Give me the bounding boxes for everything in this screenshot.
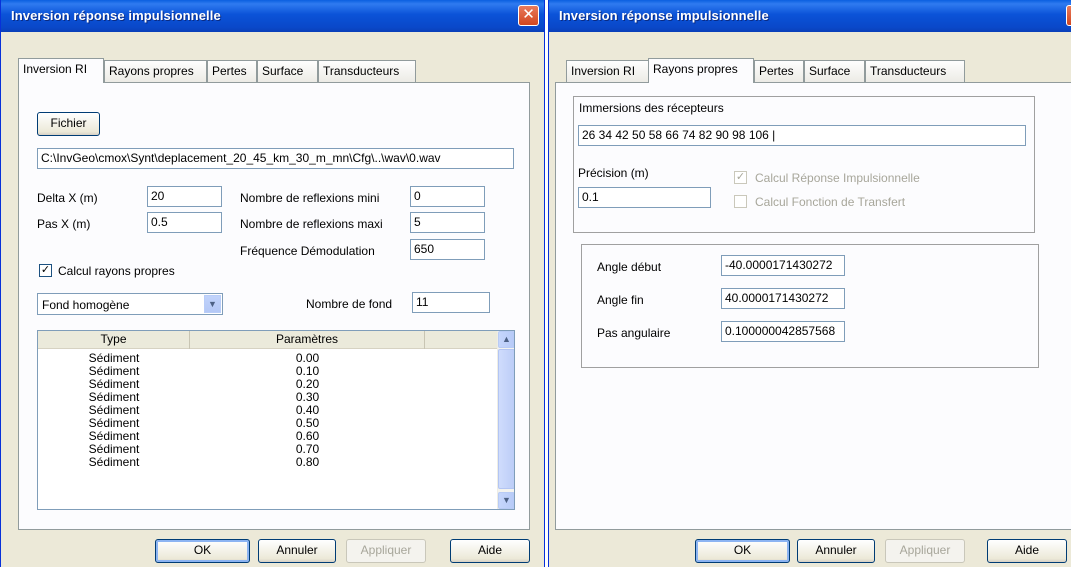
immersions-label: Immersions des récepteurs xyxy=(579,101,724,115)
tab-pertes[interactable]: Pertes xyxy=(207,60,257,82)
calc-ri-checkbox[interactable]: ✓ xyxy=(734,171,747,184)
tab-inversion-ri[interactable]: Inversion RI xyxy=(18,58,104,83)
file-path-field[interactable]: C:\InvGeo\cmox\Synt\deplacement_20_45_km… xyxy=(37,148,514,169)
precision-field[interactable]: 0.1 xyxy=(578,187,711,208)
scroll-thumb[interactable] xyxy=(498,349,514,489)
tab-surface[interactable]: Surface xyxy=(257,60,318,82)
window-title: Inversion réponse impulsionnelle xyxy=(11,8,221,23)
cell-parametre: 0.80 xyxy=(295,455,320,469)
scroll-down-icon[interactable]: ▼ xyxy=(498,492,514,509)
calc-ft-checkbox[interactable] xyxy=(734,195,747,208)
fond-table[interactable]: Type Paramètres Sédiment 0.00 Sédiment 0.10… xyxy=(37,330,515,510)
calc-ft-label: Calcul Fonction de Transfert xyxy=(755,195,906,209)
aide-button[interactable]: Aide xyxy=(450,539,530,563)
title-bar[interactable]: Inversion réponse impulsionnelle ✕ xyxy=(1,0,544,32)
pas-angulaire-label: Pas angulaire xyxy=(597,326,671,340)
nb-fond-label: Nombre de fond xyxy=(306,297,393,311)
angle-fin-field[interactable]: 40.0000171430272 xyxy=(721,288,845,309)
calc-rayons-checkbox[interactable]: ✓ xyxy=(39,264,52,277)
tab-transducteurs[interactable]: Transducteurs xyxy=(865,60,965,82)
nb-fond-field[interactable]: 11 xyxy=(412,292,490,313)
scroll-up-icon[interactable]: ▲ xyxy=(498,331,514,348)
refl-maxi-label: Nombre de reflexions maxi xyxy=(240,217,383,231)
angle-debut-label: Angle début xyxy=(597,260,662,274)
tab-pertes[interactable]: Pertes xyxy=(754,60,804,82)
fichier-button[interactable]: Fichier xyxy=(37,112,100,136)
fond-select-value: Fond homogène xyxy=(42,298,130,312)
ok-button[interactable]: OK xyxy=(155,539,250,563)
appliquer-button[interactable]: Appliquer xyxy=(346,539,426,563)
pas-x-field[interactable]: 0.5 xyxy=(147,212,222,233)
window-title: Inversion réponse impulsionnelle xyxy=(559,8,769,23)
table-scrollbar[interactable]: ▲ ▼ xyxy=(497,331,514,509)
ok-button[interactable]: OK xyxy=(695,539,790,563)
precision-label: Précision (m) xyxy=(578,166,649,180)
delta-x-field[interactable]: 20 xyxy=(147,186,222,207)
immersions-group xyxy=(573,96,1035,233)
tab-surface[interactable]: Surface xyxy=(804,60,865,82)
calc-ri-label: Calcul Réponse Impulsionnelle xyxy=(755,171,920,185)
aide-button[interactable]: Aide xyxy=(987,539,1067,563)
title-bar[interactable]: Inversion réponse impulsionnelle ✕ xyxy=(549,0,1071,32)
fond-select[interactable]: Fond homogène ▼ xyxy=(37,293,223,315)
dialog-inversion-left: Inversion réponse impulsionnelle ✕ Inver… xyxy=(0,0,545,567)
tab-rayons-propres[interactable]: Rayons propres xyxy=(104,60,207,82)
angle-fin-label: Angle fin xyxy=(597,293,644,307)
refl-mini-field[interactable]: 0 xyxy=(410,186,485,207)
tab-transducteurs[interactable]: Transducteurs xyxy=(318,60,416,82)
pas-x-label: Pas X (m) xyxy=(37,217,91,231)
tab-rayons-propres[interactable]: Rayons propres xyxy=(648,58,754,83)
dialog-inversion-right: Inversion réponse impulsionnelle ✕ Inver… xyxy=(548,0,1071,567)
table-row[interactable]: Sédiment 0.80 xyxy=(38,456,498,469)
pas-angulaire-field[interactable]: 0.100000042857568 xyxy=(721,321,845,342)
annuler-button[interactable]: Annuler xyxy=(797,539,875,563)
tab-inversion-ri[interactable]: Inversion RI xyxy=(566,60,650,82)
immersions-field[interactable]: 26 34 42 50 58 66 74 82 90 98 106 | xyxy=(578,125,1026,146)
freq-field[interactable]: 650 xyxy=(410,239,485,260)
cell-type: Sédiment xyxy=(88,455,140,469)
table-header: Type Paramètres xyxy=(38,331,514,349)
freq-label: Fréquence Démodulation xyxy=(240,244,375,258)
close-button[interactable]: ✕ xyxy=(1066,5,1071,26)
calc-rayons-label: Calcul rayons propres xyxy=(58,264,175,278)
close-button[interactable]: ✕ xyxy=(518,5,539,26)
delta-x-label: Delta X (m) xyxy=(37,191,98,205)
annuler-button[interactable]: Annuler xyxy=(258,539,336,563)
column-header-parametres[interactable]: Paramètres xyxy=(190,331,425,349)
refl-mini-label: Nombre de reflexions mini xyxy=(240,191,380,205)
refl-maxi-field[interactable]: 5 xyxy=(410,212,485,233)
chevron-down-icon[interactable]: ▼ xyxy=(204,295,221,313)
column-header-type[interactable]: Type xyxy=(38,331,190,349)
appliquer-button[interactable]: Appliquer xyxy=(885,539,965,563)
angle-debut-field[interactable]: -40.0000171430272 xyxy=(721,255,845,276)
